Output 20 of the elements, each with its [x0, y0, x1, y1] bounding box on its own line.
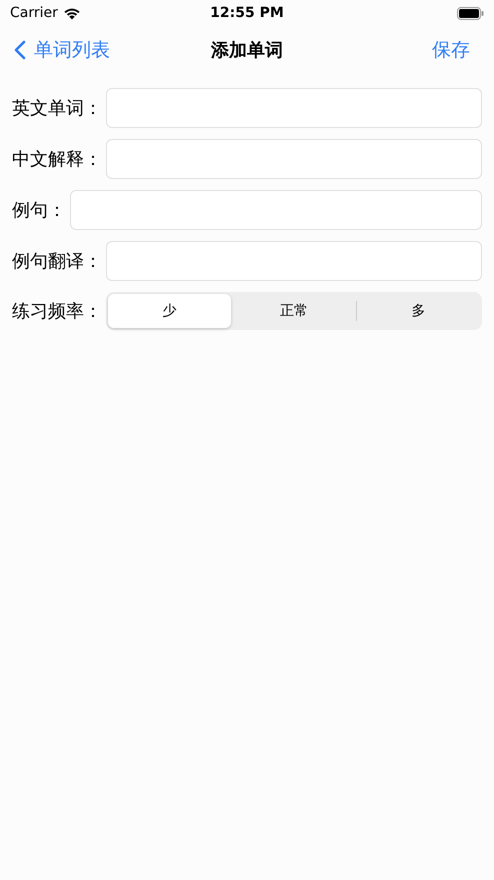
- field-label: 英文单词：: [12, 97, 102, 120]
- field-label: 例句翻译：: [12, 250, 102, 273]
- nav-title: 添加单词: [211, 39, 283, 62]
- input-field[interactable]: [70, 190, 482, 230]
- input-field[interactable]: [106, 139, 482, 179]
- back-button[interactable]: 单词列表: [14, 37, 110, 63]
- battery-icon: [457, 6, 484, 20]
- status-time: 12:55 PM: [210, 5, 284, 21]
- field-label: 例句：: [12, 199, 66, 222]
- carrier-name: Carrier: [10, 5, 58, 21]
- segment-option[interactable]: 多: [356, 294, 480, 328]
- chevron-left-icon: [14, 40, 26, 60]
- input-field[interactable]: [106, 88, 482, 128]
- wifi-icon: [62, 6, 81, 20]
- field-label: 练习频率：: [12, 300, 102, 323]
- save-button[interactable]: 保存: [432, 37, 480, 63]
- input-field[interactable]: [106, 241, 482, 281]
- segment-option[interactable]: 正常: [232, 294, 356, 328]
- segment-option[interactable]: 少: [108, 294, 232, 328]
- field-label: 中文解释：: [12, 148, 102, 171]
